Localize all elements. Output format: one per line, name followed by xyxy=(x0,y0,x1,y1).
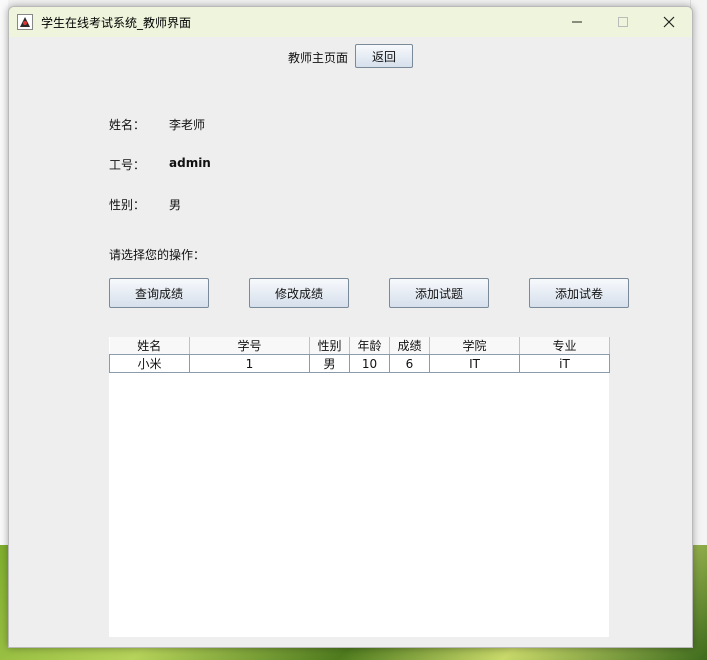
column-header[interactable]: 学院 xyxy=(429,337,520,355)
table-cell[interactable]: 小米 xyxy=(109,354,190,373)
gender-label: 性别： xyxy=(109,198,146,212)
teacher-window: 学生在线考试系统_教师界面 教师主页面 返回 姓名： 李老师 工号： admin… xyxy=(8,6,693,648)
column-header[interactable]: 性别 xyxy=(309,337,350,355)
window-title: 学生在线考试系统_教师界面 xyxy=(41,15,192,30)
back-button[interactable]: 返回 xyxy=(355,44,413,68)
gender-value: 男 xyxy=(169,198,182,212)
action-prompt: 请选择您的操作： xyxy=(109,248,206,262)
table-cell[interactable]: 1 xyxy=(189,354,310,373)
close-icon xyxy=(663,16,675,28)
maximize-button[interactable] xyxy=(600,7,646,37)
main-panel: 教师主页面 返回 姓名： 李老师 工号： admin 性别： 男 请选择您的操作… xyxy=(9,37,692,647)
table-cell[interactable]: 6 xyxy=(389,354,430,373)
scores-table[interactable]: 姓名 学号 性别 年龄 成绩 学院 专业 小米 1 男 10 6 IT iT xyxy=(109,337,610,637)
table-cell[interactable]: IT xyxy=(429,354,520,373)
maximize-icon xyxy=(618,17,628,27)
add-question-button[interactable]: 添加试题 xyxy=(389,278,489,308)
id-label: 工号： xyxy=(109,158,146,172)
column-header[interactable]: 姓名 xyxy=(109,337,190,355)
title-bar[interactable]: 学生在线考试系统_教师界面 xyxy=(9,7,692,37)
table-row[interactable]: 小米 1 男 10 6 IT iT xyxy=(109,354,610,373)
query-scores-button[interactable]: 查询成绩 xyxy=(109,278,209,308)
page-title: 教师主页面 xyxy=(288,51,349,65)
table-cell[interactable]: iT xyxy=(519,354,610,373)
name-value: 李老师 xyxy=(169,118,206,132)
column-header[interactable]: 专业 xyxy=(519,337,610,355)
edit-scores-button[interactable]: 修改成绩 xyxy=(249,278,349,308)
minimize-icon xyxy=(572,21,582,23)
minimize-button[interactable] xyxy=(554,7,600,37)
table-cell[interactable]: 10 xyxy=(349,354,390,373)
table-header: 姓名 学号 性别 年龄 成绩 学院 专业 xyxy=(109,337,610,355)
add-exam-button[interactable]: 添加试卷 xyxy=(529,278,629,308)
column-header[interactable]: 学号 xyxy=(189,337,310,355)
name-label: 姓名： xyxy=(109,118,146,132)
column-header[interactable]: 年龄 xyxy=(349,337,390,355)
table-cell[interactable]: 男 xyxy=(309,354,350,373)
java-duke-icon xyxy=(17,14,33,30)
id-value: admin xyxy=(169,156,211,170)
column-header[interactable]: 成绩 xyxy=(389,337,430,355)
close-button[interactable] xyxy=(646,7,692,37)
